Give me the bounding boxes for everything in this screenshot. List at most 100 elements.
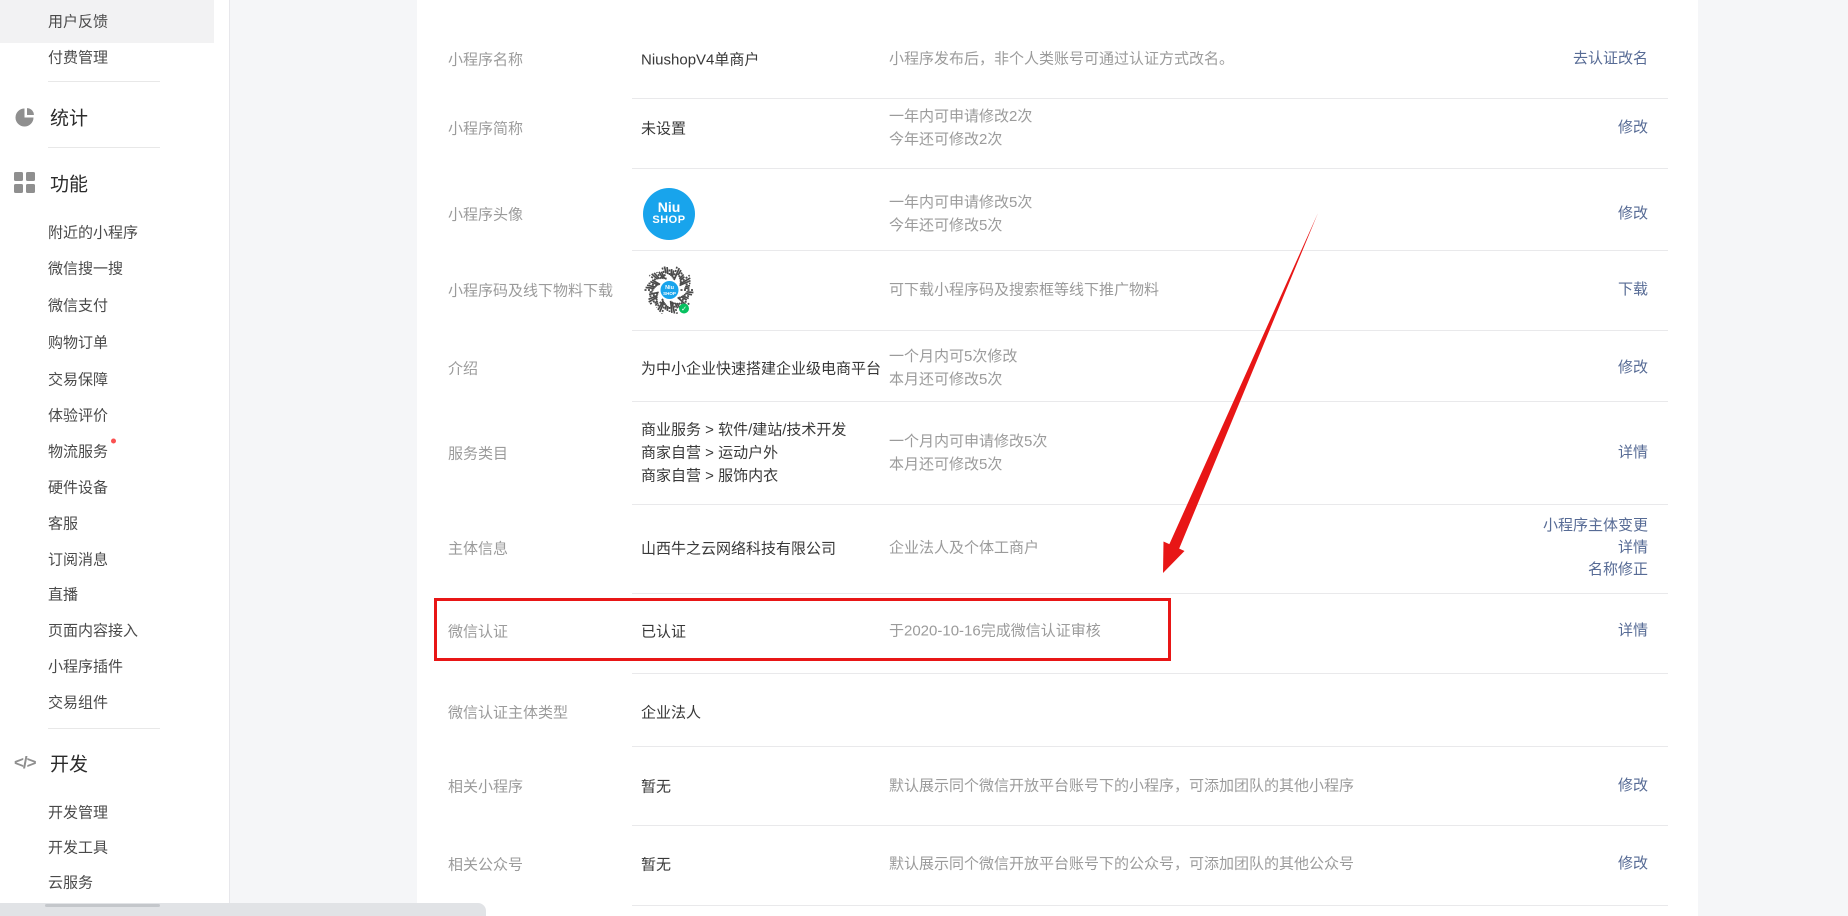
sidebar-item-live-streaming[interactable]: 直播	[48, 584, 78, 605]
row-description: 一个月内可申请修改5次 本月还可修改5次	[889, 430, 1047, 476]
sidebar-item-wechat-pay[interactable]: 微信支付	[48, 295, 108, 316]
sidebar-item-nearby-miniprograms[interactable]: 附近的小程序	[48, 222, 138, 243]
red-highlight-box	[434, 598, 1171, 661]
row-label: 微信认证主体类型	[448, 702, 568, 723]
sidebar-item-subscription-messages[interactable]: 订阅消息	[48, 549, 108, 570]
sidebar-item-shopping-orders[interactable]: 购物订单	[48, 332, 108, 353]
row-divider	[632, 401, 1668, 402]
miniprogram-qr-code: Niu SHOP ✓	[643, 264, 696, 317]
modify-link[interactable]: 修改	[1618, 775, 1648, 797]
row-label: 服务类目	[448, 443, 508, 464]
svg-text:✓: ✓	[681, 306, 687, 313]
sidebar-divider-line	[229, 0, 230, 916]
row-value: 暂无	[641, 776, 671, 797]
sidebar-section-statistics[interactable]: 统计	[50, 104, 88, 131]
details-link[interactable]: 详情	[1618, 620, 1648, 642]
entity-change-link[interactable]: 小程序主体变更	[1543, 515, 1648, 537]
row-divider	[632, 504, 1668, 505]
sidebar-section-features[interactable]: 功能	[50, 170, 88, 197]
sidebar-item-dev-management[interactable]: 开发管理	[48, 802, 108, 823]
row-description: 一年内可申请修改2次 今年还可修改2次	[889, 105, 1032, 151]
row-actions: 修改	[1618, 117, 1648, 139]
row-divider	[632, 746, 1668, 747]
grid-icon	[14, 172, 36, 194]
miniprogram-avatar-image: Niu SHOP	[643, 188, 695, 240]
row-value: NiushopV4单商户	[641, 49, 759, 70]
row-actions: 下载	[1618, 279, 1648, 301]
sidebar: 用户反馈 付费管理 统计 功能 附近的小程序 微信搜一搜 微信支付 购物订单 交…	[0, 0, 229, 916]
sidebar-item-transaction-guarantee[interactable]: 交易保障	[48, 369, 108, 390]
row-label: 小程序头像	[448, 204, 523, 225]
modify-link[interactable]: 修改	[1618, 853, 1648, 875]
horizontal-scrollbar[interactable]	[0, 903, 486, 916]
modify-link[interactable]: 修改	[1618, 203, 1648, 225]
sidebar-item-miniprogram-plugins[interactable]: 小程序插件	[48, 656, 123, 677]
details-link[interactable]: 详情	[1618, 442, 1648, 464]
row-value: Niu SHOP ✓	[643, 264, 696, 317]
row-value: 暂无	[641, 854, 671, 875]
row-divider	[632, 593, 1668, 594]
download-link[interactable]: 下载	[1618, 279, 1648, 301]
row-description: 可下载小程序码及搜索框等线下推广物料	[889, 279, 1159, 302]
sidebar-section-divider	[48, 147, 160, 148]
code-icon: </>	[14, 752, 36, 774]
row-label: 主体信息	[448, 538, 508, 559]
row-description: 默认展示同个微信开放平台账号下的小程序，可添加团队的其他小程序	[889, 775, 1354, 798]
row-value: 未设置	[641, 118, 686, 139]
row-actions: 修改	[1618, 357, 1648, 379]
sidebar-item-customer-service[interactable]: 客服	[48, 513, 78, 534]
sidebar-section-divider	[48, 81, 160, 82]
details-link[interactable]: 详情	[1543, 537, 1648, 559]
sidebar-section-development[interactable]: 开发	[50, 750, 88, 777]
row-label: 介绍	[448, 358, 478, 379]
row-value: 山西牛之云网络科技有限公司	[641, 538, 836, 559]
modify-link[interactable]: 修改	[1618, 357, 1648, 379]
row-description: 企业法人及个体工商户	[889, 537, 1039, 560]
row-divider	[632, 905, 1668, 906]
row-value: 商业服务 > 软件/建站/技术开发 商家自营 > 运动户外 商家自营 > 服饰内…	[641, 419, 846, 488]
sidebar-item-wechat-search[interactable]: 微信搜一搜	[48, 258, 123, 279]
red-dot-badge	[111, 439, 116, 444]
row-actions: 修改	[1618, 203, 1648, 225]
row-description: 小程序发布后，非个人类账号可通过认证方式改名。	[889, 48, 1234, 71]
row-label: 小程序简称	[448, 118, 523, 139]
row-divider	[632, 330, 1668, 331]
sidebar-item-payment-management[interactable]: 付费管理	[48, 47, 108, 68]
row-actions: 修改	[1618, 853, 1648, 875]
row-divider	[632, 250, 1668, 251]
sidebar-item-page-content-access[interactable]: 页面内容接入	[48, 620, 138, 641]
row-actions: 详情	[1618, 442, 1648, 464]
row-value: 为中小企业快速搭建企业级电商平台	[641, 358, 881, 379]
row-description: 一年内可申请修改5次 今年还可修改5次	[889, 191, 1032, 237]
row-divider	[632, 673, 1668, 674]
sidebar-item-hardware-devices[interactable]: 硬件设备	[48, 477, 108, 498]
row-label: 相关小程序	[448, 776, 523, 797]
row-label: 小程序名称	[448, 49, 523, 70]
svg-text:SHOP: SHOP	[663, 291, 676, 296]
row-divider	[632, 168, 1668, 169]
sidebar-item-logistics-service[interactable]: 物流服务	[48, 441, 116, 462]
modify-link[interactable]: 修改	[1618, 117, 1648, 139]
row-actions: 详情	[1618, 620, 1648, 642]
rename-via-verification-link[interactable]: 去认证改名	[1573, 48, 1648, 70]
sidebar-item-transaction-components[interactable]: 交易组件	[48, 692, 108, 713]
row-description: 默认展示同个微信开放平台账号下的公众号，可添加团队的其他公众号	[889, 853, 1354, 876]
row-divider	[632, 825, 1668, 826]
row-description: 一个月内可5次修改 本月还可修改5次	[889, 345, 1017, 391]
row-label: 相关公众号	[448, 854, 523, 875]
row-actions: 修改	[1618, 775, 1648, 797]
name-correction-link[interactable]: 名称修正	[1543, 559, 1648, 581]
row-actions: 去认证改名	[1573, 48, 1648, 70]
pie-chart-icon	[14, 106, 36, 128]
row-value: 企业法人	[641, 702, 701, 723]
row-actions: 小程序主体变更 详情 名称修正	[1543, 515, 1648, 581]
row-label: 小程序码及线下物料下载	[448, 280, 613, 301]
scrollbar-thumb[interactable]	[45, 904, 160, 907]
sidebar-item-cloud-services[interactable]: 云服务	[48, 872, 93, 893]
row-value: Niu SHOP	[643, 188, 695, 240]
row-divider	[632, 98, 1668, 99]
sidebar-item-dev-tools[interactable]: 开发工具	[48, 837, 108, 858]
sidebar-section-divider	[48, 728, 160, 729]
sidebar-item-user-feedback[interactable]: 用户反馈	[48, 11, 108, 32]
sidebar-item-experience-rating[interactable]: 体验评价	[48, 405, 108, 426]
